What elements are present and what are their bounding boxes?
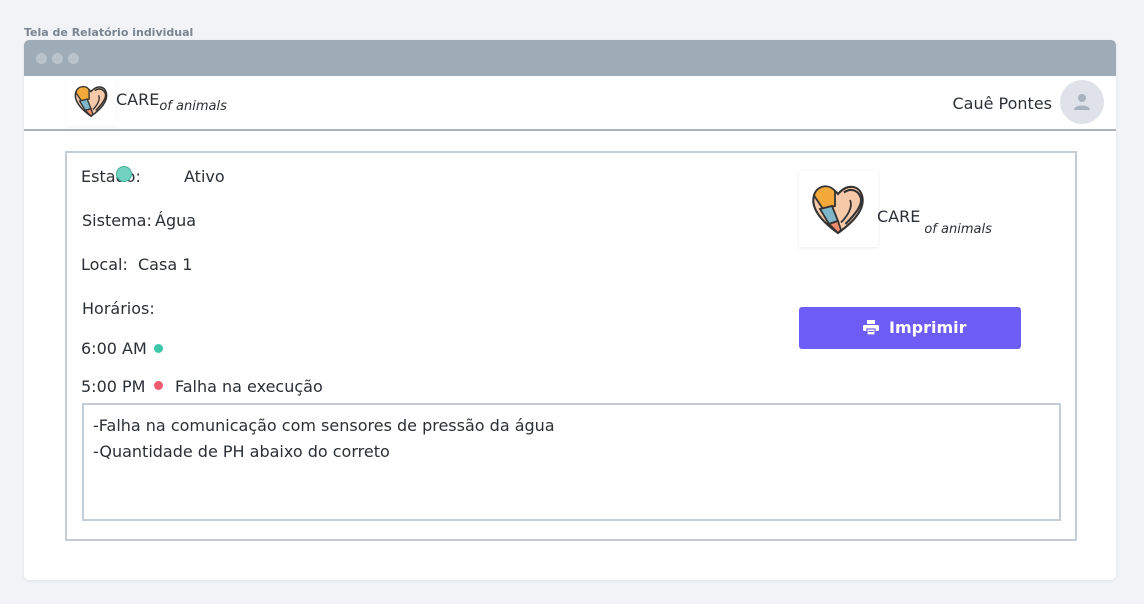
system-label: Sistema: (82, 211, 152, 230)
schedule-status-icon (154, 381, 163, 390)
note-line: -Falha na comunicação com sensores de pr… (93, 416, 555, 435)
frame-label: Tela de Relatório individual (24, 26, 194, 39)
app-window: CAREof animals Cauê Pontes Estado: Ativo… (24, 40, 1116, 580)
heart-hands-icon (74, 85, 108, 118)
brand-name: CAREof animals (116, 90, 227, 114)
window-dot-icon[interactable] (36, 53, 47, 64)
state-value: Ativo (184, 167, 225, 186)
card-brand-subtitle: of animals (924, 222, 992, 237)
card-brand-name: CAREof animals (877, 207, 992, 237)
schedule-status-icon (154, 344, 163, 353)
status-indicator-icon (116, 166, 132, 182)
window-dot-icon[interactable] (52, 53, 63, 64)
card-brand-title: CARE (877, 207, 921, 226)
brand-title: CARE (116, 90, 160, 109)
user-icon (1074, 94, 1090, 110)
print-button-label: Imprimir (889, 318, 967, 337)
schedule-time: 5:00 PM (81, 377, 146, 396)
heart-hands-icon (812, 185, 864, 235)
schedule-message: Falha na execução (175, 377, 323, 396)
brand-subtitle: of animals (159, 99, 227, 114)
state-label: Estado: (81, 167, 141, 186)
avatar[interactable] (1060, 80, 1104, 124)
failure-notes-box[interactable]: -Falha na comunicação com sensores de pr… (82, 403, 1061, 521)
schedules-label: Horários: (82, 299, 155, 318)
system-value: Água (155, 211, 197, 230)
printer-icon (863, 320, 879, 335)
schedule-time: 6:00 AM (81, 339, 147, 358)
navbar-divider (24, 129, 1116, 131)
note-line: -Quantidade de PH abaixo do correto (93, 442, 390, 461)
window-dot-icon[interactable] (68, 53, 79, 64)
print-button[interactable]: Imprimir (799, 307, 1021, 349)
card-logo (799, 171, 878, 247)
user-name[interactable]: Cauê Pontes (952, 94, 1052, 113)
local-value: Casa 1 (138, 255, 193, 274)
window-titlebar (24, 40, 1116, 76)
local-label: Local: (81, 255, 128, 274)
nav-logo[interactable] (66, 78, 116, 126)
